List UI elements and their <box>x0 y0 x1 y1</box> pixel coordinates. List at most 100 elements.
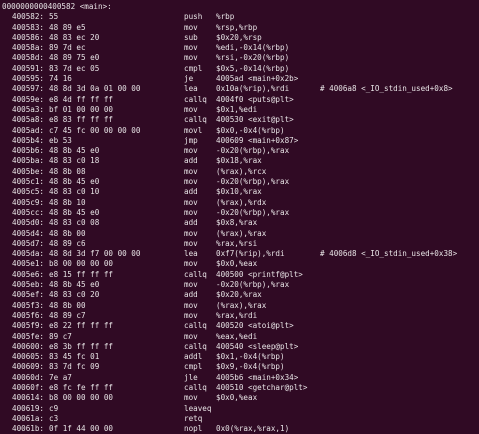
machine-code-bytes: c7 45 fc 00 00 00 00 <box>49 125 141 135</box>
disassembly-line: 400586: 48 83 ec 20 sub $0x20,%rsp <box>2 33 479 43</box>
instruction-operands: 0xf7(%rip),%rdi <box>216 249 285 259</box>
machine-code-bytes: 48 8b 45 e0 <box>49 207 100 217</box>
instruction-operands: 400520 <atoi@plt> <box>216 321 294 331</box>
machine-code-bytes: 48 8b 00 <box>49 228 86 238</box>
instruction-address: 4005f6: <box>12 310 45 320</box>
disassembly-line: 4005a3: bf 01 00 00 00 mov $0x1,%edi <box>2 105 479 115</box>
instruction-address: 4005e1: <box>12 259 45 269</box>
instruction-mnemonic: cmpl <box>184 362 203 372</box>
instruction-mnemonic: mov <box>184 43 198 53</box>
machine-code-bytes: 83 7d fc 09 <box>49 362 100 372</box>
instruction-operands: $0x8,%rax <box>216 218 258 228</box>
instruction-address: 40058a: <box>12 43 45 53</box>
disassembly-line: 400609: 83 7d fc 09 cmpl $0x9,-0x4(%rbp) <box>2 362 479 372</box>
disassembly-line: 4005fe: 89 c7 mov %eax,%edi <box>2 332 479 342</box>
instruction-mnemonic: mov <box>184 259 198 269</box>
machine-code-bytes: e8 4d ff ff ff <box>49 94 114 104</box>
instruction-operands: $0x0,%eax <box>216 393 258 403</box>
machine-code-bytes: b8 00 00 00 00 <box>49 259 114 269</box>
instruction-mnemonic: mov <box>184 310 198 320</box>
instruction-mnemonic: add <box>184 156 198 166</box>
disassembly-line: 4005d4: 48 8b 00 mov (%rax),%rax <box>2 229 479 239</box>
disassembly-line: 4005d0: 48 83 c0 08 add $0x8,%rax <box>2 218 479 228</box>
instruction-mnemonic: mov <box>184 22 198 32</box>
instruction-operands: 4005b6 <main+0x34> <box>216 372 299 382</box>
instruction-operands: $0x9,-0x4(%rbp) <box>216 362 285 372</box>
disassembly-line: 4005ad: c7 45 fc 00 00 00 00 movl $0x0,-0x4… <box>2 126 479 136</box>
instruction-address: 4005a3: <box>12 104 45 114</box>
disassembly-line: 40061a: c3 retq <box>2 414 479 424</box>
instruction-operands: 4004f0 <puts@plt> <box>216 94 294 104</box>
instruction-address: 40058d: <box>12 53 45 63</box>
instruction-mnemonic: callq <box>184 115 207 125</box>
disassembly-line: 4005e6: e8 15 ff ff ff callq 400500 <printf… <box>2 270 479 280</box>
instruction-address: 40060f: <box>12 382 45 392</box>
instruction-mnemonic: mov <box>184 197 198 207</box>
instruction-operands: 400510 <getchar@plt> <box>216 382 308 392</box>
disassembly-line: 4005e1: b8 00 00 00 00 mov $0x0,%eax <box>2 259 479 269</box>
machine-code-bytes: c3 <box>49 413 59 423</box>
instruction-mnemonic: callq <box>184 94 207 104</box>
disassembly-line: 4005c9: 48 8b 10 mov (%rax),%rdx <box>2 198 479 208</box>
instruction-mnemonic: mov <box>184 280 198 290</box>
instruction-address: 4005b6: <box>12 146 45 156</box>
instruction-operands: $0x10,%rax <box>216 187 262 197</box>
instruction-operands: -0x20(%rbp),%rax <box>216 207 290 217</box>
instruction-mnemonic: callq <box>184 382 207 392</box>
machine-code-bytes: 48 89 75 e0 <box>49 53 100 63</box>
disassembly-line: 400582: 55 push %rbp <box>2 12 479 22</box>
machine-code-bytes: eb 53 <box>49 135 72 145</box>
instruction-operands: $0x1,-0x4(%rbp) <box>216 352 285 362</box>
instruction-address: 400619: <box>12 403 45 413</box>
instruction-address: 4005eb: <box>12 280 45 290</box>
instruction-address: 4005f9: <box>12 321 45 331</box>
machine-code-bytes: 48 83 ec 20 <box>49 32 100 42</box>
disassembly-line: 4005f3: 48 8b 00 mov (%rax),%rax <box>2 301 479 311</box>
instruction-address: 4005e6: <box>12 269 45 279</box>
function-header: 0000000000400582 <main>: <box>2 2 112 11</box>
instruction-address: 4005d0: <box>12 218 45 228</box>
disassembly-line: 4005cc: 48 8b 45 e0 mov -0x20(%rbp),%rax <box>2 208 479 218</box>
instruction-mnemonic: mov <box>184 300 198 310</box>
disassembly-line: 400597: 48 8d 3d 0a 01 00 00 lea 0x10a(%rip… <box>2 84 479 94</box>
instruction-address: 4005da: <box>12 249 45 259</box>
instruction-operands: $0x0,-0x4(%rbp) <box>216 125 285 135</box>
machine-code-bytes: 48 89 e5 <box>49 22 86 32</box>
instruction-mnemonic: mov <box>184 146 198 156</box>
terminal-window[interactable]: 0000000000400582 <main>: 400582: 55 push %r… <box>0 0 479 434</box>
instruction-address: 4005a8: <box>12 115 45 125</box>
instruction-operands: $0x0,%eax <box>216 259 258 269</box>
disassembly-line: 400600: e8 3b ff ff ff callq 400540 <sleep@… <box>2 342 479 352</box>
disassembly-line: 4005be: 48 8b 08 mov (%rax),%rcx <box>2 167 479 177</box>
instruction-operands: 400540 <sleep@plt> <box>216 341 299 351</box>
instruction-address: 400614: <box>12 393 45 403</box>
instruction-operands: -0x20(%rbp),%rax <box>216 177 290 187</box>
machine-code-bytes: 83 7d ec 05 <box>49 63 100 73</box>
instruction-address: 4005b4: <box>12 135 45 145</box>
disassembly-line: 400595: 74 16 je 4005ad <main+0x2b> <box>2 74 479 84</box>
instruction-address: 400586: <box>12 32 45 42</box>
disassembly-line: 400583: 48 89 e5 mov %rsp,%rbp <box>2 23 479 33</box>
instruction-mnemonic: je <box>184 74 194 84</box>
disassembly-line: 4005ef: 48 83 c0 20 add $0x20,%rax <box>2 290 479 300</box>
instruction-operands: %rsi,-0x20(%rbp) <box>216 53 290 63</box>
instruction-mnemonic: cmpl <box>184 63 203 73</box>
machine-code-bytes: 48 8d 3d 0a 01 00 00 <box>49 84 141 94</box>
machine-code-bytes: 48 8d 3d f7 00 00 00 <box>49 249 141 259</box>
instruction-mnemonic: jmp <box>184 135 198 145</box>
machine-code-bytes: 48 89 c6 <box>49 238 86 248</box>
disassembly-line: 4005a8: e8 83 ff ff ff callq 400530 <exit@p… <box>2 115 479 125</box>
disassembly-line: 4005b4: eb 53 jmp 400609 <main+0x87> <box>2 136 479 146</box>
instruction-address: 40061a: <box>12 413 45 423</box>
disassembly-line: 40061b: 0f 1f 44 00 00 nopl 0x0(%rax,%rax,1… <box>2 424 479 434</box>
disassembly-line: 4005eb: 48 8b 45 e0 mov -0x20(%rbp),%rax <box>2 280 479 290</box>
instruction-address: 400582: <box>12 12 45 22</box>
instruction-address: 4005cc: <box>12 207 45 217</box>
instruction-address: 4005c5: <box>12 187 45 197</box>
instruction-address: 40061b: <box>12 424 45 434</box>
instruction-mnemonic: push <box>184 12 203 22</box>
disassembly-line: 4005ba: 48 83 c0 18 add $0x18,%rax <box>2 156 479 166</box>
machine-code-bytes: 48 8b 45 e0 <box>49 177 100 187</box>
instruction-address: 400605: <box>12 352 45 362</box>
instruction-operands: $0x18,%rax <box>216 156 262 166</box>
